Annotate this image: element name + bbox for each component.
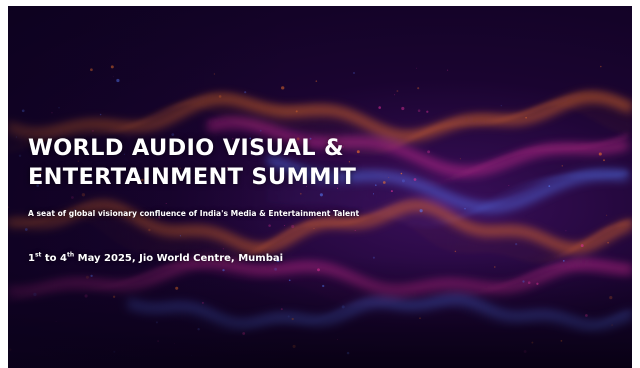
event-title-line-2: ENTERTAINMENT SUMMIT xyxy=(28,164,357,190)
dates-venue-text: May 2025, Jio World Centre, Mumbai xyxy=(74,253,284,264)
event-tagline: A seat of global visionary confluence of… xyxy=(28,209,360,218)
end-day: 4 xyxy=(60,253,68,264)
start-day: 1 xyxy=(28,253,35,264)
event-title: WORLD AUDIO VISUAL & ENTERTAINMENT SUMMI… xyxy=(28,134,356,192)
event-dates-venue: 1st to 4th May 2025, Jio World Centre, M… xyxy=(28,252,284,264)
event-title-line-1: WORLD AUDIO VISUAL & xyxy=(28,135,344,161)
hero-banner: WORLD AUDIO VISUAL & ENTERTAINMENT SUMMI… xyxy=(8,6,632,368)
date-connector: to xyxy=(41,253,61,264)
